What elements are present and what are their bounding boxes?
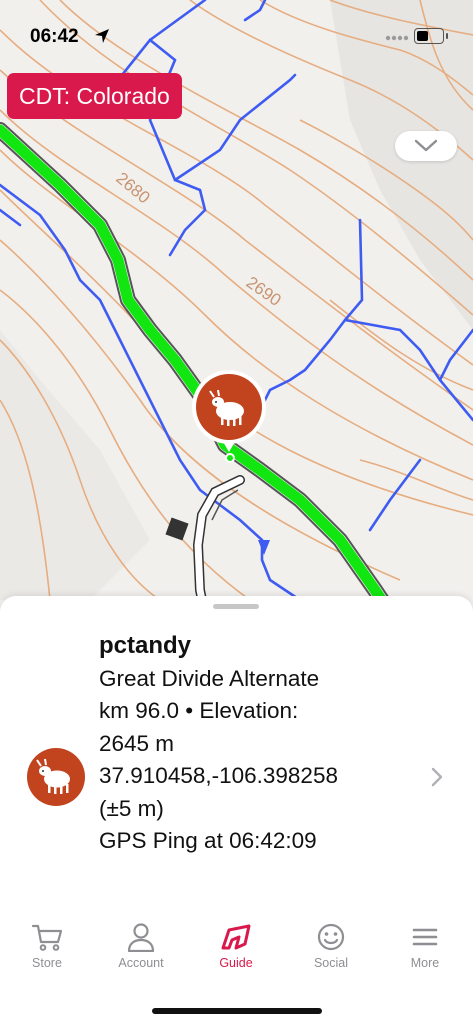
home-indicator[interactable] [152,1008,322,1014]
tab-guide[interactable]: Guide [189,922,283,970]
hiker-name: pctandy [99,632,192,659]
tab-social[interactable]: Social [284,922,378,970]
tab-label: Guide [219,956,253,970]
tab-more[interactable]: More [378,922,472,970]
signal-dots-icon [385,35,409,41]
hiker-avatar [27,748,85,806]
tab-store[interactable]: Store [0,922,94,970]
coordinates: 37.910458,-106.398258 [99,763,338,788]
chevron-right-icon [431,767,443,787]
tab-bar: Store Account Guide Social More [0,922,473,982]
tab-label: Account [118,956,164,970]
status-bar: 06:42 [0,0,473,60]
route-name: Great Divide Alternate [99,665,320,691]
tab-label: More [410,956,440,970]
gps-ping-time: GPS Ping at 06:42:09 [99,828,317,853]
gps-accuracy: (±5 m) [99,795,164,821]
hiker-details: pctandy Great Divide Alternate km 96.0 •… [99,630,429,858]
collapse-button[interactable] [395,131,457,161]
status-time: 06:42 [30,26,79,47]
tab-label: Social [313,956,349,970]
chevron-down-icon [414,139,438,152]
tab-account[interactable]: Account [94,922,188,970]
hiker-info-card[interactable]: pctandy Great Divide Alternate km 96.0 •… [0,626,473,866]
bottom-sheet: pctandy Great Divide Alternate km 96.0 •… [0,596,473,1024]
cart-icon [31,924,63,951]
location-arrow-icon [95,29,109,43]
person-icon [127,923,155,952]
smiley-icon [317,923,345,951]
region-selector-button[interactable]: CDT: Colorado [7,73,182,119]
menu-icon [412,928,438,946]
battery-icon [414,28,448,44]
km-elevation-label: km 96.0 • Elevation: [99,698,299,723]
sheet-drag-handle[interactable] [213,604,259,609]
guide-logo-icon [221,924,251,950]
tab-label: Store [32,956,62,970]
mountain-goat-icon [36,758,70,794]
elevation-value: 2645 m [99,730,175,756]
